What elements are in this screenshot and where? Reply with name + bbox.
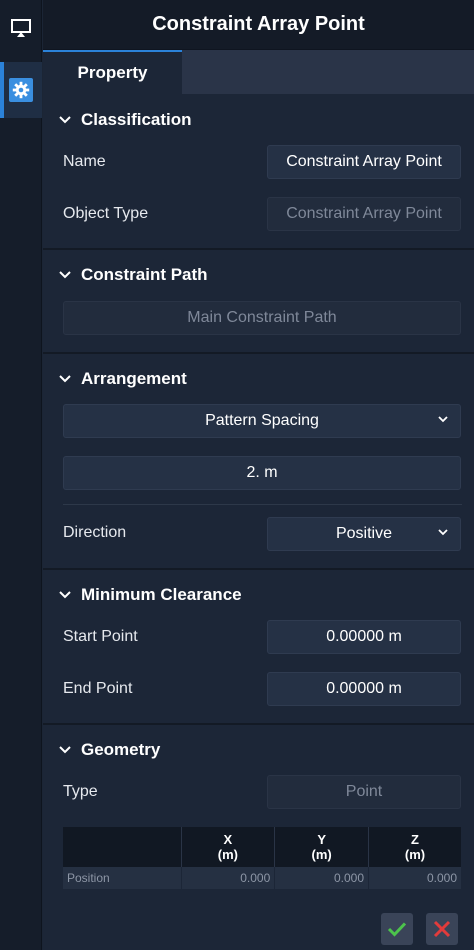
gear-icon [9, 78, 33, 102]
chevron-down-icon [59, 746, 71, 754]
property-panel-button[interactable] [0, 62, 42, 118]
type-label: Type [63, 783, 98, 800]
divider [63, 504, 462, 505]
minimum-clearance-header[interactable]: Minimum Clearance [59, 570, 242, 620]
geometry-section: Geometry Type Point X (m) Y (m) Z (m) Posit… [43, 725, 474, 906]
object-type-field: Constraint Array Point [267, 197, 461, 231]
arrangement-title: Arrangement [81, 369, 187, 388]
chevron-down-icon [59, 271, 71, 279]
arrangement-mode-value: Pattern Spacing [205, 412, 319, 429]
direction-value: Positive [335, 525, 393, 542]
table-header-blank [63, 827, 181, 867]
ok-button[interactable] [381, 913, 413, 945]
tab-strip: Property [43, 50, 474, 94]
property-panel: Constraint Array Point Property Classifi… [43, 0, 474, 950]
chevron-down-icon [438, 529, 448, 536]
geometry-header[interactable]: Geometry [59, 725, 160, 775]
constraint-path-section: Constraint Path Main Constraint Path [43, 250, 474, 354]
cell-z: 0.000 [368, 867, 461, 889]
minimum-clearance-section: Minimum Clearance Start Point 0.00000 m … [43, 570, 474, 725]
cancel-button[interactable] [426, 913, 458, 945]
end-point-label: End Point [63, 680, 133, 697]
column-z-header: Z (m) [368, 827, 461, 867]
minimum-clearance-title: Minimum Clearance [81, 585, 242, 604]
geometry-title: Geometry [81, 740, 161, 759]
screen-icon-button[interactable] [0, 6, 42, 50]
start-point-label: Start Point [63, 628, 138, 645]
check-icon [387, 922, 407, 937]
tab-property[interactable]: Property [43, 50, 182, 94]
chevron-down-icon [59, 375, 71, 383]
chevron-down-icon [438, 416, 448, 423]
classification-title: Classification [81, 110, 192, 129]
name-field[interactable]: Constraint Array Point [267, 145, 461, 179]
name-label: Name [63, 153, 106, 170]
start-point-field[interactable]: 0.00000 m [267, 620, 461, 654]
screen-icon [11, 19, 31, 37]
arrangement-section: Arrangement Pattern Spacing 2. m Directi… [43, 354, 474, 570]
constraint-path-button: Main Constraint Path [63, 301, 461, 335]
panel-title: Constraint Array Point [43, 0, 474, 50]
row-label: Position [63, 867, 181, 889]
close-icon [433, 920, 451, 938]
spacing-field[interactable]: 2. m [63, 456, 461, 490]
cell-y: 0.000 [274, 867, 369, 889]
arrangement-mode-select[interactable]: Pattern Spacing [63, 404, 461, 438]
table-header-row: X (m) Y (m) Z (m) [63, 827, 461, 867]
arrangement-header[interactable]: Arrangement [59, 354, 187, 404]
classification-header[interactable]: Classification [59, 95, 192, 145]
left-rail [0, 0, 42, 950]
footer [43, 906, 474, 950]
type-field: Point [267, 775, 461, 809]
constraint-path-title: Constraint Path [81, 265, 208, 284]
object-type-label: Object Type [63, 205, 149, 222]
cell-x: 0.000 [180, 867, 275, 889]
column-y-header: Y (m) [274, 827, 369, 867]
direction-label: Direction [63, 524, 127, 541]
column-x-header: X (m) [180, 827, 275, 867]
constraint-path-header[interactable]: Constraint Path [59, 250, 208, 300]
table-row: Position 0.000 0.000 0.000 [63, 867, 461, 889]
chevron-down-icon [59, 116, 71, 124]
direction-select[interactable]: Positive [267, 517, 461, 551]
chevron-down-icon [59, 591, 71, 599]
end-point-field[interactable]: 0.00000 m [267, 672, 461, 706]
position-table: X (m) Y (m) Z (m) Position 0.000 0.000 0.00… [63, 827, 461, 889]
classification-section: Classification Name Constraint Array Poi… [43, 95, 474, 250]
